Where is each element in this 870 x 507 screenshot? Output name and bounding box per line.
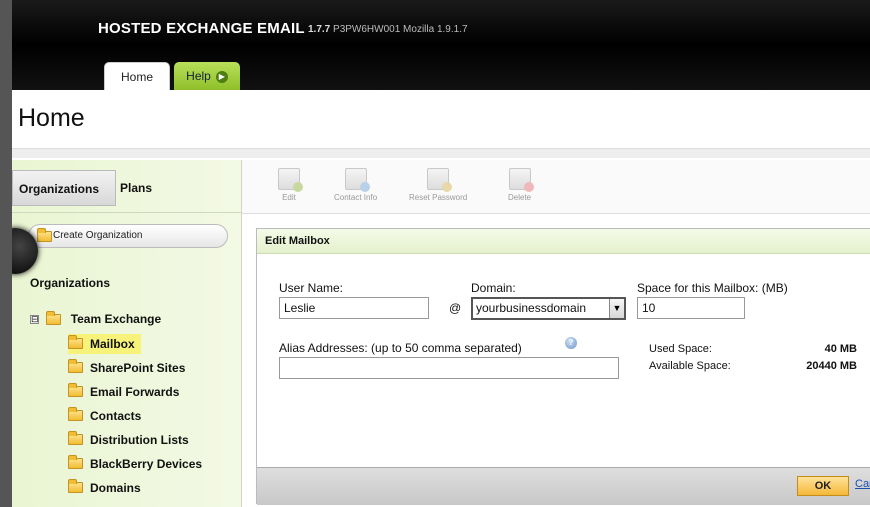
available-space-value: 20440 MB bbox=[806, 360, 857, 372]
contact-card-icon bbox=[344, 168, 370, 192]
folder-icon bbox=[68, 431, 83, 445]
action-toolbar: Edit Contact Info Reset Password Delete bbox=[242, 160, 870, 214]
brand-title: HOSTED EXCHANGE EMAIL bbox=[98, 20, 305, 37]
folder-add-icon bbox=[37, 228, 52, 242]
tree-item-distribution-lists[interactable]: Distribution Lists bbox=[68, 430, 189, 450]
user-name-label: User Name: bbox=[279, 281, 344, 295]
reset-password-button[interactable]: Reset Password bbox=[409, 168, 467, 202]
used-space-value: 40 MB bbox=[824, 343, 857, 355]
version-number: 1.7.7 bbox=[308, 24, 331, 35]
domain-select[interactable]: yourbusinessdomain ▼ bbox=[471, 297, 626, 320]
create-organization-button[interactable]: Create Organization bbox=[28, 224, 228, 248]
folder-icon bbox=[68, 383, 83, 397]
domain-label: Domain: bbox=[471, 281, 516, 295]
version-info: 1.7.7 P3PW6HW001 Mozilla 1.9.1.7 bbox=[308, 24, 468, 35]
tree-item-label: BlackBerry Devices bbox=[90, 457, 203, 471]
cancel-link[interactable]: Cancel bbox=[855, 478, 870, 490]
top-header-bar: HOSTED EXCHANGE EMAIL 1.7.7 P3PW6HW001 M… bbox=[12, 0, 870, 90]
app-window: HOSTED EXCHANGE EMAIL 1.7.7 P3PW6HW001 M… bbox=[12, 0, 870, 507]
tree-node-label: Team Exchange bbox=[70, 312, 162, 326]
window-frame-left bbox=[0, 0, 12, 507]
edit-button[interactable]: Edit bbox=[278, 168, 303, 202]
alias-input[interactable] bbox=[279, 357, 619, 379]
create-organization-label: Create Organization bbox=[53, 230, 143, 241]
tab-home[interactable]: Home bbox=[104, 62, 170, 90]
tab-plans[interactable]: Plans bbox=[120, 170, 152, 206]
contact-info-button[interactable]: Contact Info bbox=[334, 168, 377, 202]
tree-item-domains[interactable]: Domains bbox=[68, 478, 141, 498]
tab-help-label: Help bbox=[186, 69, 211, 83]
tab-help[interactable]: Help ▶ bbox=[174, 62, 240, 90]
sidebar-tabs: Organizations Plans bbox=[12, 170, 242, 206]
tree-item-label: Mailbox bbox=[90, 337, 135, 351]
tree-item-email-forwards[interactable]: Email Forwards bbox=[68, 382, 179, 402]
key-icon bbox=[427, 168, 453, 192]
organizations-heading: Organizations bbox=[30, 276, 111, 290]
used-space-label: Used Space: bbox=[649, 343, 712, 355]
tree-item-sharepoint-sites[interactable]: SharePoint Sites bbox=[68, 358, 185, 378]
domain-select-value: yourbusinessdomain bbox=[476, 301, 587, 315]
tree-item-blackberry-devices[interactable]: BlackBerry Devices bbox=[68, 454, 202, 474]
tab-organizations[interactable]: Organizations bbox=[12, 170, 116, 206]
play-circle-icon: ▶ bbox=[215, 70, 228, 83]
tree-node-team-exchange[interactable]: ⊟ Team Exchange bbox=[30, 310, 161, 328]
folder-icon bbox=[68, 335, 83, 349]
tree-item-label: SharePoint Sites bbox=[90, 361, 186, 375]
folder-icon bbox=[68, 455, 83, 469]
folder-icon bbox=[68, 479, 83, 493]
sidebar: Organizations Plans Create Organization … bbox=[12, 160, 242, 507]
delete-label: Delete bbox=[508, 193, 532, 202]
edit-mailbox-panel: Edit Mailbox User Name: Leslie @ Domain:… bbox=[256, 228, 870, 505]
folder-icon bbox=[68, 359, 83, 373]
tree-item-label: Email Forwards bbox=[90, 385, 180, 399]
alias-label: Alias Addresses: (up to 50 comma separat… bbox=[279, 341, 522, 355]
available-space-label: Available Space: bbox=[649, 360, 731, 372]
space-label: Space for this Mailbox: (MB) bbox=[637, 281, 788, 295]
ok-button[interactable]: OK bbox=[797, 476, 849, 496]
page-title: Home bbox=[18, 104, 85, 132]
space-input[interactable]: 10 bbox=[637, 297, 745, 319]
collapse-toggle-icon[interactable]: ⊟ bbox=[30, 315, 39, 325]
at-sign: @ bbox=[449, 301, 462, 315]
delete-button[interactable]: Delete bbox=[508, 168, 534, 202]
folder-open-icon bbox=[46, 311, 62, 326]
edit-label: Edit bbox=[282, 193, 296, 202]
delete-icon bbox=[508, 168, 534, 192]
title-divider bbox=[12, 148, 870, 158]
panel-header: Edit Mailbox bbox=[257, 229, 870, 254]
tree-item-label: Domains bbox=[90, 481, 141, 495]
version-build: P3PW6HW001 Mozilla 1.9.1.7 bbox=[333, 24, 468, 35]
help-icon[interactable]: ? bbox=[565, 337, 577, 349]
tree-item-mailbox[interactable]: Mailbox bbox=[68, 334, 141, 354]
tree-item-label: Contacts bbox=[90, 409, 142, 423]
tab-home-label: Home bbox=[120, 70, 153, 84]
contact-info-label: Contact Info bbox=[334, 193, 378, 202]
chevron-down-icon[interactable]: ▼ bbox=[609, 299, 624, 318]
folder-icon bbox=[68, 407, 83, 421]
edit-icon bbox=[278, 168, 303, 192]
sidebar-divider bbox=[12, 212, 242, 213]
tree-item-contacts[interactable]: Contacts bbox=[68, 406, 141, 426]
tree-item-label: Distribution Lists bbox=[90, 433, 189, 447]
user-name-input[interactable]: Leslie bbox=[279, 297, 429, 319]
reset-password-label: Reset Password bbox=[409, 193, 468, 202]
panel-footer: OK Cancel bbox=[257, 467, 870, 505]
